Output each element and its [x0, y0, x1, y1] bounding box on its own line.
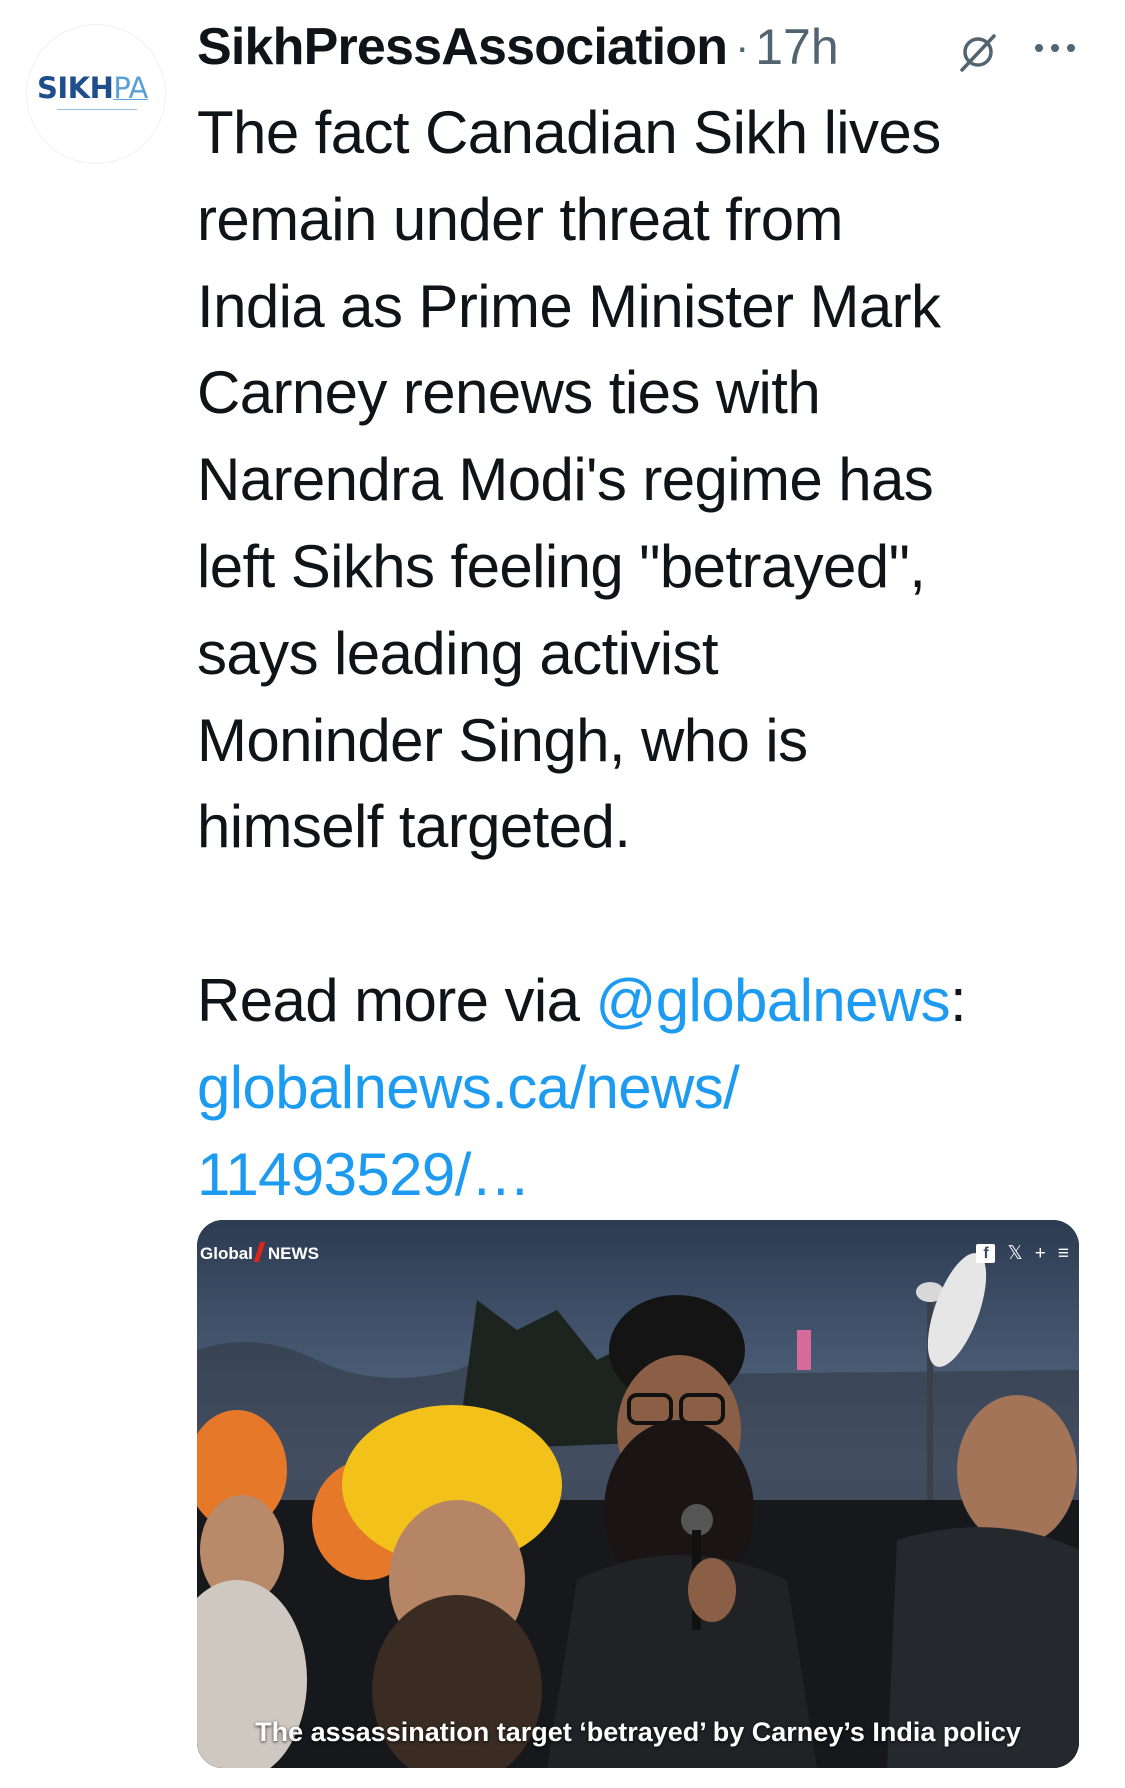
plus-icon[interactable]: + — [1035, 1243, 1046, 1265]
tweet-line: remain under threat from — [197, 185, 844, 253]
mention-link[interactable]: @globalnews — [595, 967, 950, 1034]
avatar-logo: SIKHPA — [37, 71, 148, 105]
menu-icon[interactable]: ≡ — [1058, 1243, 1069, 1265]
tweet-header: SikhPressAssociation · 17h — [197, 12, 839, 82]
tweet-line: India as Prime Minister Mark — [197, 272, 941, 340]
grok-icon[interactable] — [956, 30, 1000, 74]
url-link-cont[interactable]: 11493529/… — [197, 1132, 1097, 1219]
tweet-line: himself targeted. — [197, 793, 631, 861]
card-caption: The assassination target ‘betrayed’ by C… — [255, 1717, 1021, 1747]
read-more-line: Read more via @globalnews: — [197, 958, 1097, 1045]
tweet-line: left Sikhs feeling "betrayed", — [197, 532, 926, 600]
tweet-line: Moninder Singh, who is — [197, 706, 808, 774]
logo-slash — [253, 1242, 266, 1262]
avatar[interactable]: SIKHPA — [26, 24, 166, 164]
avatar-logo-underline — [57, 109, 137, 116]
tweet-line: Carney renews ties with — [197, 359, 821, 427]
timestamp[interactable]: 17h — [755, 18, 838, 76]
tweet-body: The fact Canadian Sikh lives remain unde… — [197, 90, 1097, 1218]
share-icons: f 𝕏 + ≡ — [976, 1242, 1069, 1265]
url-link[interactable]: globalnews.ca/news/ — [197, 1045, 1097, 1132]
tweet-line: says leading activist — [197, 619, 719, 687]
read-more-prefix: Read more via — [197, 966, 596, 1034]
preview-image — [197, 1220, 1079, 1768]
facebook-icon[interactable]: f — [976, 1244, 996, 1263]
author-name[interactable]: SikhPressAssociation — [197, 17, 728, 77]
read-more-suffix: : — [949, 966, 967, 1034]
global-news-logo: Global NEWS — [200, 1242, 319, 1263]
tweet-line: Narendra Modi's regime has — [197, 446, 934, 514]
more-options-icon[interactable] — [1030, 30, 1080, 70]
link-preview-card[interactable]: Global NEWS f 𝕏 + ≡ The assassination tar… — [197, 1220, 1079, 1768]
separator: · — [735, 23, 750, 70]
x-icon[interactable]: 𝕏 — [1007, 1242, 1022, 1265]
tweet-line: The fact Canadian Sikh lives — [197, 99, 941, 166]
